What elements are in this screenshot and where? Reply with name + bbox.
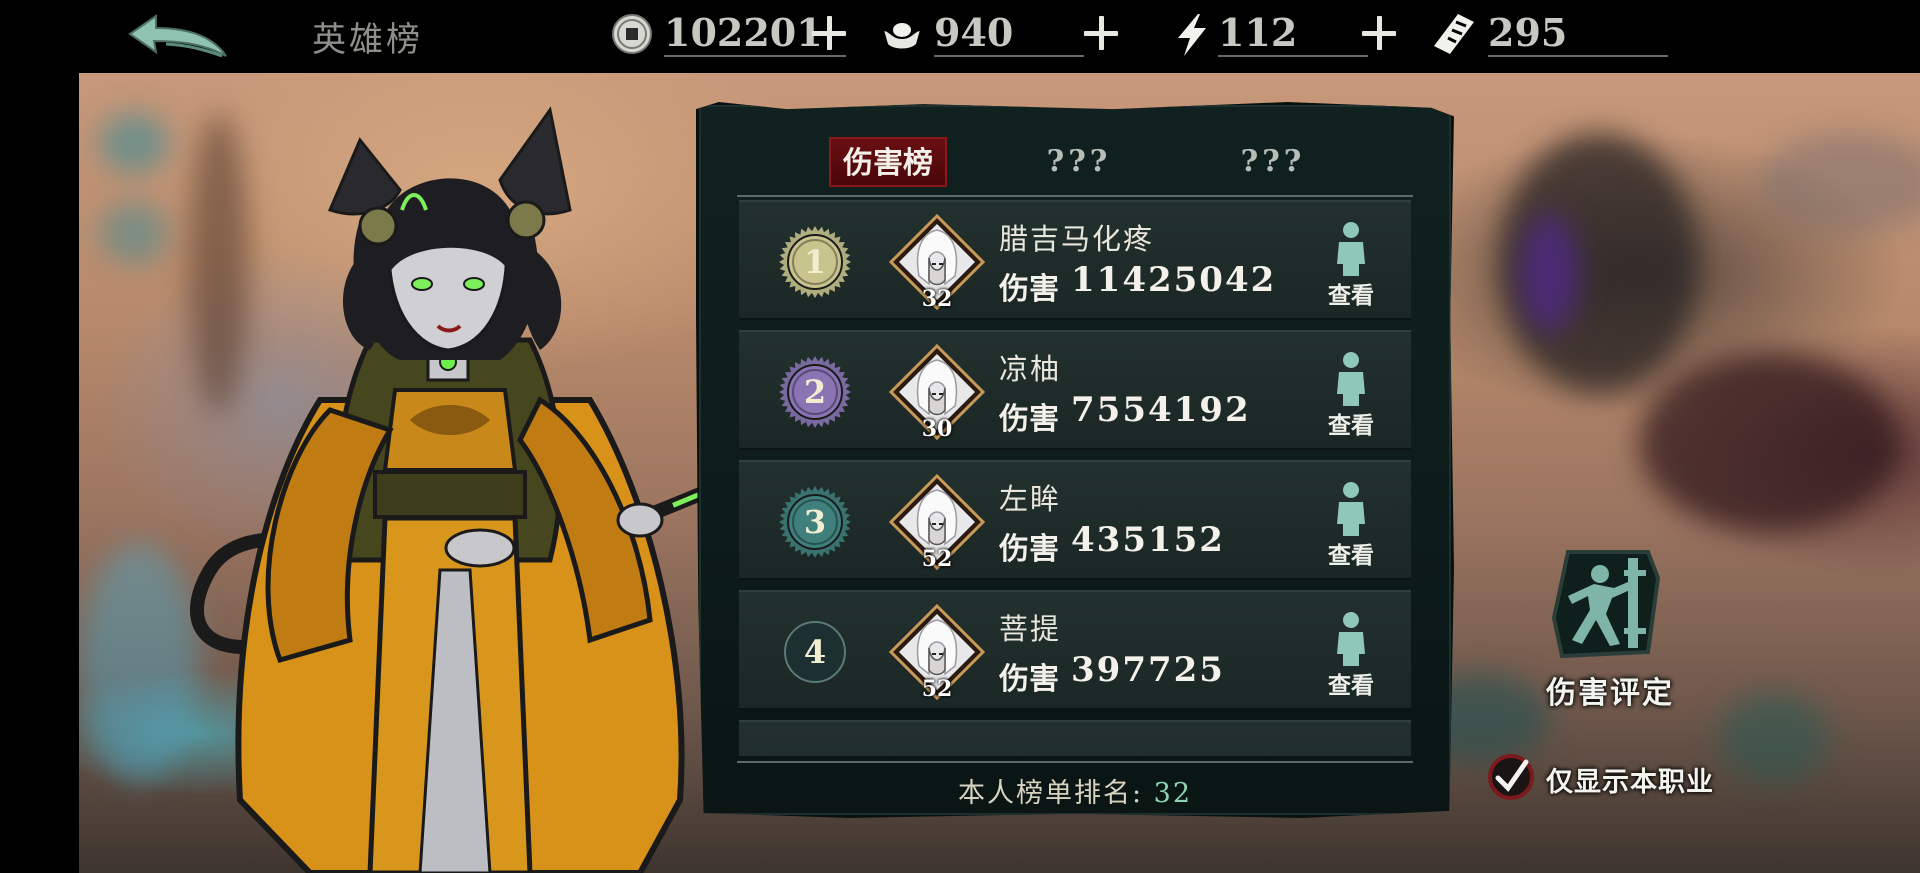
copper-value: 102201 bbox=[664, 10, 823, 55]
player-level: 30 bbox=[921, 416, 953, 442]
player-name: 菩提 bbox=[999, 612, 1062, 646]
stamina-value: 112 bbox=[1218, 10, 1298, 55]
tab-divider bbox=[737, 195, 1413, 197]
view-label: 查看 bbox=[1328, 282, 1374, 309]
person-icon bbox=[1337, 482, 1365, 536]
damage-evaluation-button[interactable]: 伤害评定 bbox=[1530, 548, 1690, 718]
silver-underline bbox=[934, 55, 1084, 57]
add-stamina-button[interactable] bbox=[1360, 14, 1398, 52]
damage-value: 435152 bbox=[1071, 520, 1225, 560]
rank-number: 3 bbox=[803, 503, 827, 541]
character-illustration bbox=[190, 106, 713, 873]
top-bar: 英雄榜 102201 940 112 295 bbox=[0, 0, 1920, 70]
tab-damage[interactable]: 伤害榜 bbox=[829, 137, 947, 187]
view-button[interactable]: 查看 bbox=[1321, 350, 1381, 440]
resource-talisman: 295 bbox=[1432, 8, 1672, 58]
stamina-underline bbox=[1218, 55, 1368, 57]
view-label: 查看 bbox=[1328, 672, 1374, 699]
talisman-underline bbox=[1488, 55, 1668, 57]
silver-ingot-icon bbox=[883, 23, 921, 49]
tab-locked-2[interactable]: ??? bbox=[1213, 137, 1333, 187]
lightning-icon bbox=[1178, 14, 1206, 56]
checkmark-icon bbox=[1488, 754, 1534, 800]
silver-value: 940 bbox=[934, 10, 1014, 55]
damage-label: 伤害 bbox=[999, 662, 1059, 697]
damage-value: 7554192 bbox=[1071, 390, 1251, 430]
my-rank-label: 本人榜单排名: bbox=[957, 778, 1144, 809]
leaderboard-row[interactable]: 4 52 菩提伤害 397725 查看 bbox=[739, 590, 1411, 710]
copper-coin-icon bbox=[612, 14, 652, 54]
player-level: 52 bbox=[921, 676, 953, 702]
player-name: 腊吉马化疼 bbox=[999, 222, 1155, 256]
copper-underline bbox=[664, 55, 846, 57]
view-button[interactable]: 查看 bbox=[1321, 480, 1381, 570]
damage-value: 397725 bbox=[1071, 650, 1225, 690]
person-icon bbox=[1337, 352, 1365, 406]
view-label: 查看 bbox=[1328, 542, 1374, 569]
rank-number: 1 bbox=[803, 243, 827, 281]
view-button[interactable]: 查看 bbox=[1321, 610, 1381, 700]
tab-bar: 伤害榜 ??? ??? bbox=[699, 127, 1451, 187]
martial-artist-icon bbox=[1551, 550, 1661, 659]
damage-label: 伤害 bbox=[999, 532, 1059, 567]
my-rank: 本人榜单排名: 32 bbox=[699, 771, 1451, 810]
bottom-divider bbox=[737, 761, 1413, 763]
damage-evaluation-label: 伤害评定 bbox=[1546, 676, 1674, 711]
add-silver-button[interactable] bbox=[1082, 14, 1120, 52]
player-name: 左眸 bbox=[999, 482, 1062, 516]
talisman-icon bbox=[1434, 14, 1474, 54]
damage-label: 伤害 bbox=[999, 402, 1059, 437]
back-arrow-icon bbox=[128, 14, 227, 58]
player-level: 52 bbox=[921, 546, 953, 572]
player-name: 凉柚 bbox=[999, 352, 1062, 386]
leaderboard-row[interactable]: 1 32 腊吉马化疼伤害 11425042 查看 bbox=[739, 200, 1411, 320]
leaderboard-list[interactable]: 1 32 腊吉马化疼 伤害 11425042 查看 2 30 凉柚 伤害 7554192 查看 3 52 左… bbox=[737, 200, 1413, 756]
my-rank-value: 32 bbox=[1153, 778, 1193, 809]
back-button[interactable] bbox=[126, 10, 232, 62]
only-show-my-class-label: 仅显示本职业 bbox=[1546, 767, 1714, 798]
damage-value: 11425042 bbox=[1071, 260, 1277, 300]
person-icon bbox=[1337, 222, 1365, 276]
rank-number: 2 bbox=[803, 373, 827, 411]
view-button[interactable]: 查看 bbox=[1321, 220, 1381, 310]
damage-label: 伤害 bbox=[999, 272, 1059, 307]
talisman-value: 295 bbox=[1488, 10, 1568, 55]
page-title: 英雄榜 bbox=[312, 20, 423, 60]
tab-locked-1[interactable]: ??? bbox=[1019, 137, 1139, 187]
person-icon bbox=[1337, 612, 1365, 666]
leaderboard-panel: 伤害榜 ??? ??? 1 32 腊吉马化疼 伤害 11425042 查看 2 30 凉柚 伤害 7… bbox=[696, 102, 1454, 818]
leaderboard-row[interactable]: 2 30 凉柚伤害 7554192 查看 bbox=[739, 330, 1411, 450]
leaderboard-row-partial bbox=[739, 720, 1411, 756]
add-copper-button[interactable] bbox=[810, 14, 848, 52]
leaderboard-row[interactable]: 3 52 左眸伤害 435152 查看 bbox=[739, 460, 1411, 580]
rank-number: 4 bbox=[803, 633, 827, 671]
view-label: 查看 bbox=[1328, 412, 1374, 439]
player-level: 32 bbox=[921, 286, 953, 312]
